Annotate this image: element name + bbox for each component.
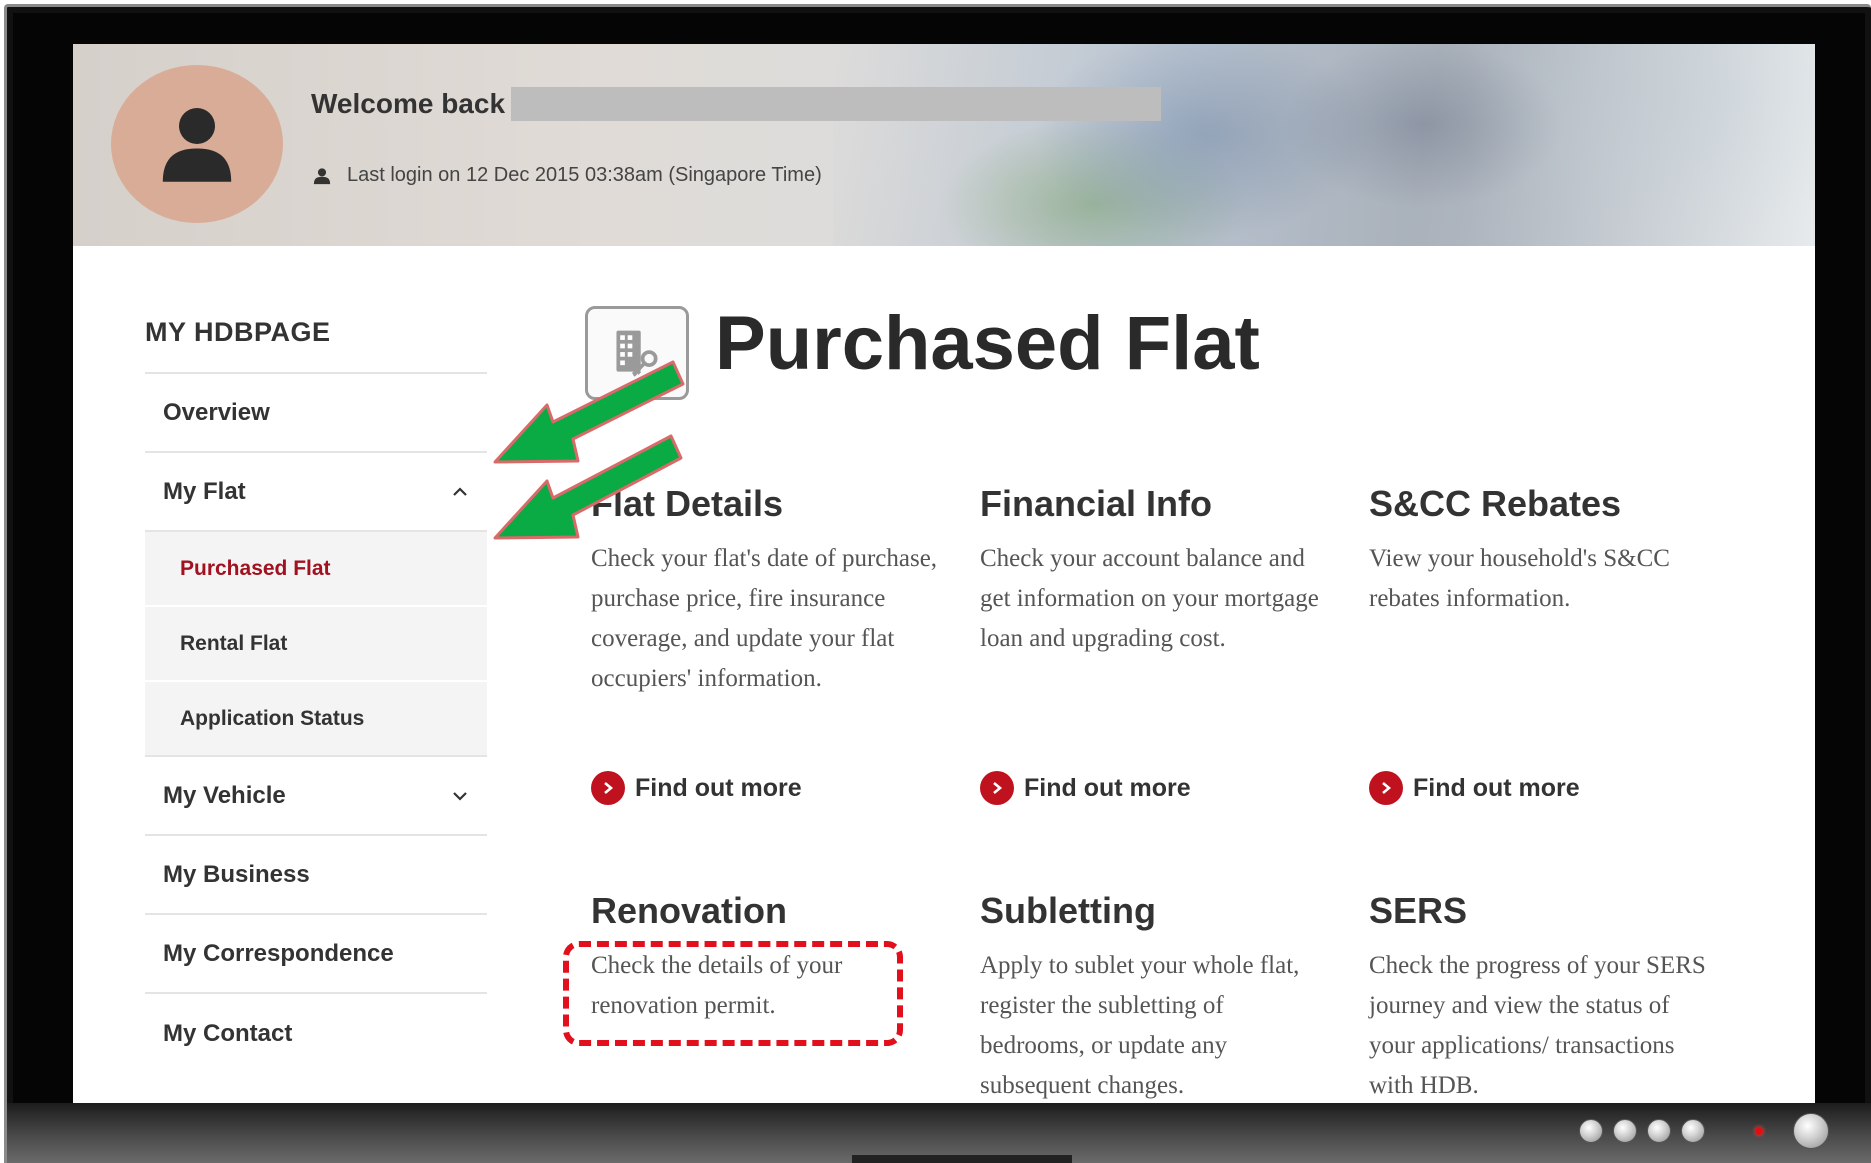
card-sers: SERS Check the progress of your SERS jou… bbox=[1369, 889, 1719, 1106]
link-label: Find out more bbox=[1024, 773, 1191, 802]
card-title: Financial Info bbox=[980, 483, 1213, 524]
avatar bbox=[111, 65, 283, 223]
building-key-icon bbox=[585, 306, 689, 400]
sidebar-item-label: My Vehicle bbox=[163, 781, 286, 809]
monitor-button bbox=[1681, 1119, 1705, 1143]
card-subletting: Subletting Apply to sublet your whole fl… bbox=[980, 889, 1330, 1106]
card-description: Check your account balance and get infor… bbox=[980, 545, 1319, 653]
card-description: Apply to sublet your whole flat, registe… bbox=[980, 952, 1300, 1100]
sidebar-subitem-purchased-flat[interactable]: Purchased Flat bbox=[145, 532, 487, 607]
card-title: Renovation bbox=[591, 890, 788, 931]
building-key-glyph bbox=[616, 330, 658, 377]
find-out-more-flat-details[interactable]: Find out more bbox=[591, 771, 802, 805]
card-financial-info: Financial Info Check your account balanc… bbox=[980, 482, 1330, 659]
card-description: Check your flat's date of purchase, purc… bbox=[591, 545, 938, 693]
monitor-stand bbox=[852, 1155, 1072, 1163]
sidebar-title: MY HDBPAGE bbox=[145, 284, 487, 374]
sidebar-subitem-label: Rental Flat bbox=[180, 631, 288, 655]
chevron-right-icon bbox=[980, 771, 1014, 805]
monitor-bezel-bottom bbox=[7, 1103, 1871, 1163]
sidebar-item-overview[interactable]: Overview bbox=[145, 374, 487, 453]
chevron-right-icon bbox=[591, 771, 625, 805]
power-led bbox=[1755, 1127, 1763, 1135]
monitor-button bbox=[1579, 1119, 1603, 1143]
chevron-right-icon bbox=[1369, 771, 1403, 805]
welcome-text: Welcome back bbox=[311, 88, 506, 119]
sidebar-item-my-contact[interactable]: My Contact bbox=[145, 994, 487, 1073]
link-label: Find out more bbox=[635, 773, 802, 802]
monitor-frame: Welcome back Last login on 12 Dec 2015 0… bbox=[4, 4, 1871, 1163]
last-login-text: Last login on 12 Dec 2015 03:38am (Singa… bbox=[347, 164, 822, 186]
highlight-box-renovation bbox=[563, 941, 903, 1046]
card-title: SERS bbox=[1369, 890, 1468, 931]
monitor-buttons bbox=[1579, 1113, 1829, 1149]
card-title: Subletting bbox=[980, 890, 1156, 931]
last-login-info: Last login on 12 Dec 2015 03:38am (Singa… bbox=[313, 164, 822, 187]
chevron-down-icon[interactable] bbox=[451, 790, 469, 802]
redacted-username bbox=[511, 87, 1162, 121]
card-title: S&CC Rebates bbox=[1369, 483, 1622, 524]
screen: Welcome back Last login on 12 Dec 2015 0… bbox=[73, 44, 1815, 1111]
find-out-more-financial-info[interactable]: Find out more bbox=[980, 771, 1191, 805]
sidebar-item-label: My Correspondence bbox=[163, 939, 394, 967]
user-icon bbox=[162, 108, 232, 182]
monitor-button bbox=[1613, 1119, 1637, 1143]
card-description: View your household's S&CC rebates infor… bbox=[1369, 545, 1670, 613]
sidebar-item-my-flat[interactable]: My Flat bbox=[145, 453, 487, 532]
sidebar-subitem-label: Application Status bbox=[180, 706, 365, 730]
sidebar-subitem-label: Purchased Flat bbox=[180, 556, 331, 580]
monitor-button bbox=[1647, 1119, 1671, 1143]
sidebar-subitem-application-status[interactable]: Application Status bbox=[145, 682, 487, 757]
sidebar-item-label: My Flat bbox=[163, 477, 246, 505]
sidebar-item-my-business[interactable]: My Business bbox=[145, 836, 487, 915]
banner-photo bbox=[833, 44, 1813, 246]
sidebar-item-my-vehicle[interactable]: My Vehicle bbox=[145, 757, 487, 836]
card-flat-details: Flat Details Check your flat's date of p… bbox=[591, 482, 941, 699]
sidebar-item-my-correspondence[interactable]: My Correspondence bbox=[145, 915, 487, 994]
chevron-up-icon[interactable] bbox=[451, 486, 469, 498]
welcome-heading: Welcome back bbox=[311, 87, 1162, 121]
page-title: Purchased Flat bbox=[715, 301, 1260, 386]
welcome-banner: Welcome back Last login on 12 Dec 2015 0… bbox=[73, 44, 1815, 246]
sidebar-item-label: Overview bbox=[163, 398, 270, 426]
sidebar-nav: MY HDBPAGE Overview My Flat Purchased Fl… bbox=[145, 284, 487, 1073]
sidebar-subitem-rental-flat[interactable]: Rental Flat bbox=[145, 607, 487, 682]
card-title: Flat Details bbox=[591, 483, 784, 524]
user-small-icon bbox=[313, 167, 331, 184]
power-button bbox=[1793, 1113, 1829, 1149]
link-label: Find out more bbox=[1413, 773, 1580, 802]
find-out-more-scc-rebates[interactable]: Find out more bbox=[1369, 771, 1580, 805]
sidebar-item-label: My Business bbox=[163, 860, 310, 888]
card-description: Check the progress of your SERS journey … bbox=[1369, 952, 1706, 1100]
card-scc-rebates: S&CC Rebates View your household's S&CC … bbox=[1369, 482, 1719, 619]
sidebar-item-label: My Contact bbox=[163, 1019, 293, 1047]
